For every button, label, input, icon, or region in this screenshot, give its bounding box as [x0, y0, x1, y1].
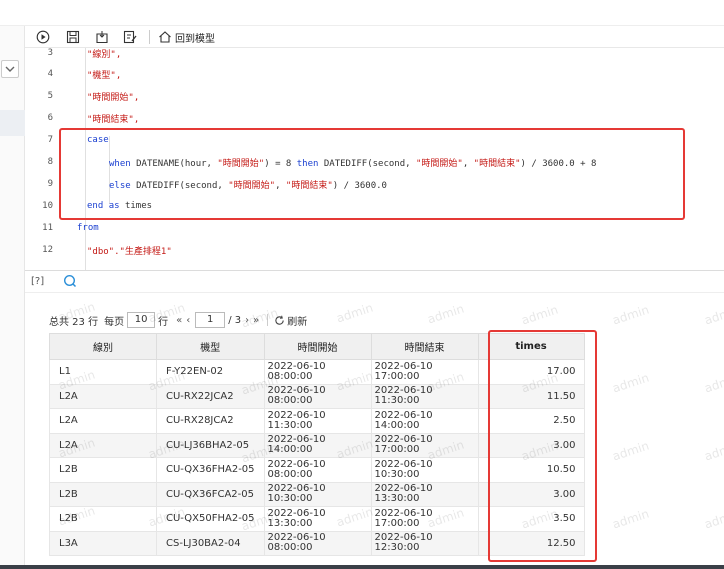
table-cell: CU-RX22JCA2 — [156, 383, 265, 409]
watermark-text: admin — [702, 370, 724, 396]
table-cell: 2022-06-10 08:00:00 — [263, 383, 372, 409]
highlight-box-sql — [59, 128, 685, 220]
table-cell: 2022-06-10 12:30:00 — [370, 530, 479, 556]
page-input[interactable]: 1 — [195, 312, 226, 328]
table-cell: 2022-06-10 11:30:00 — [263, 408, 372, 434]
table-cell: 2022-06-10 17:00:00 — [370, 506, 479, 532]
code-text: "時間開始", — [87, 92, 140, 103]
code-line: 12 "dbo"."生產排程1" — [25, 239, 724, 261]
line-number: 3 — [47, 48, 53, 58]
chevron-down-icon[interactable] — [1, 60, 19, 78]
query-marker: [?] — [31, 276, 45, 287]
code-text: "機型", — [87, 70, 122, 81]
sql-editor[interactable]: 3 "線別", 4 "機型", 5 "時間開始", 6 "時間結束", 7 ca… — [25, 48, 724, 270]
table-cell: L1 — [49, 359, 157, 385]
table-cell: L2A — [49, 383, 157, 409]
watermark-text: admin — [610, 506, 651, 532]
watermark-text: admin — [610, 302, 651, 328]
table-cell: L2B — [49, 457, 157, 483]
watermark-text: admin — [702, 302, 724, 328]
table-cell: 2022-06-10 17:00:00 — [370, 359, 479, 385]
code-line: 4 "機型", — [25, 63, 724, 85]
column-header[interactable]: 時間結束 — [370, 333, 479, 360]
table-cell: L2A — [49, 408, 157, 434]
table-cell: L2A — [49, 432, 157, 458]
table-cell: F-Y22EN-02 — [156, 359, 265, 385]
left-rail — [0, 26, 25, 569]
table-cell: CU-QX36FCA2-05 — [156, 481, 265, 507]
watermark-text: admin — [425, 301, 466, 327]
table-cell: L2B — [49, 481, 157, 507]
code-line: 3 "線別", — [25, 42, 724, 64]
pager-divider — [267, 314, 269, 326]
refresh-button[interactable]: 刷新 — [274, 313, 307, 328]
table-cell: L2B — [49, 506, 157, 532]
table-cell: 2022-06-10 10:30:00 — [263, 481, 372, 507]
watermark-text: admin — [702, 438, 724, 464]
line-number: 9 — [47, 179, 53, 189]
next-page-icon[interactable]: › — [245, 315, 249, 326]
pagination: 总共 23 行 每页 10 行 « ‹ 1 / 3 › » 刷新 — [49, 312, 307, 328]
table-cell: 2022-06-10 13:30:00 — [263, 506, 372, 532]
first-page-icon[interactable]: « — [176, 315, 182, 326]
query-icon[interactable] — [63, 274, 77, 291]
column-header[interactable]: 線別 — [49, 333, 157, 360]
line-number: 4 — [47, 69, 53, 79]
line-number: 5 — [47, 91, 53, 101]
code-text: "dbo"."生產排程1" — [87, 246, 172, 257]
refresh-label: 刷新 — [287, 316, 308, 328]
table-cell: CU-QX50FHA2-05 — [156, 506, 265, 532]
table-cell: 2022-06-10 08:00:00 — [263, 359, 372, 385]
watermark-text: admin — [610, 370, 651, 396]
line-number: 11 — [42, 223, 53, 233]
table-cell: L3A — [49, 530, 157, 556]
refresh-icon — [275, 315, 284, 325]
table-cell: CS-LJ30BA2-04 — [156, 530, 265, 556]
line-number: 6 — [47, 113, 53, 123]
table-cell: 2022-06-10 13:30:00 — [370, 481, 479, 507]
per-page-label: 每页 — [104, 316, 125, 328]
watermark-text: admin — [334, 300, 375, 326]
page-total: / 3 — [228, 314, 242, 326]
table-cell: 2022-06-10 14:00:00 — [263, 432, 372, 458]
line-number: 7 — [47, 135, 53, 145]
code-line: 6 "時間結束", — [25, 107, 724, 129]
total-rows: 总共 23 行 — [49, 316, 99, 328]
column-header[interactable]: 時間開始 — [263, 333, 372, 360]
code-line: 5 "時間開始", — [25, 85, 724, 107]
last-page-icon[interactable]: » — [253, 315, 259, 326]
code-line: 11 from — [25, 217, 724, 239]
result-toolbar: [?] — [25, 271, 724, 293]
highlight-box-times — [488, 330, 597, 562]
left-rail-selected-item[interactable] — [0, 110, 25, 136]
table-cell: 2022-06-10 17:00:00 — [370, 432, 479, 458]
table-cell: CU-QX36FHA2-05 — [156, 457, 265, 483]
table-cell: 2022-06-10 14:00:00 — [370, 408, 479, 434]
line-number: 12 — [42, 245, 53, 255]
table-cell: CU-LJ36BHA2-05 — [156, 432, 265, 458]
watermark-text: admin — [610, 438, 651, 464]
per-page-input[interactable]: 10 — [127, 312, 156, 328]
code-text: "時間結束", — [87, 114, 140, 125]
watermark-text: admin — [519, 302, 560, 328]
table-cell: 2022-06-10 11:30:00 — [370, 383, 479, 409]
code-text: "線別", — [87, 49, 122, 60]
code-text: from — [77, 223, 99, 233]
bottom-bar — [0, 565, 724, 569]
watermark-text: admin — [702, 506, 724, 532]
prev-page-icon[interactable]: ‹ — [186, 315, 190, 326]
table-cell: 2022-06-10 08:00:00 — [263, 530, 372, 556]
line-number: 10 — [42, 201, 53, 211]
table-cell: 2022-06-10 08:00:00 — [263, 457, 372, 483]
rows-unit: 行 — [158, 316, 169, 328]
column-header[interactable]: 機型 — [156, 333, 265, 360]
table-cell: 2022-06-10 10:30:00 — [370, 457, 479, 483]
table-cell: CU-RX28JCA2 — [156, 408, 265, 434]
top-bar — [0, 0, 724, 26]
line-number: 8 — [47, 157, 53, 167]
